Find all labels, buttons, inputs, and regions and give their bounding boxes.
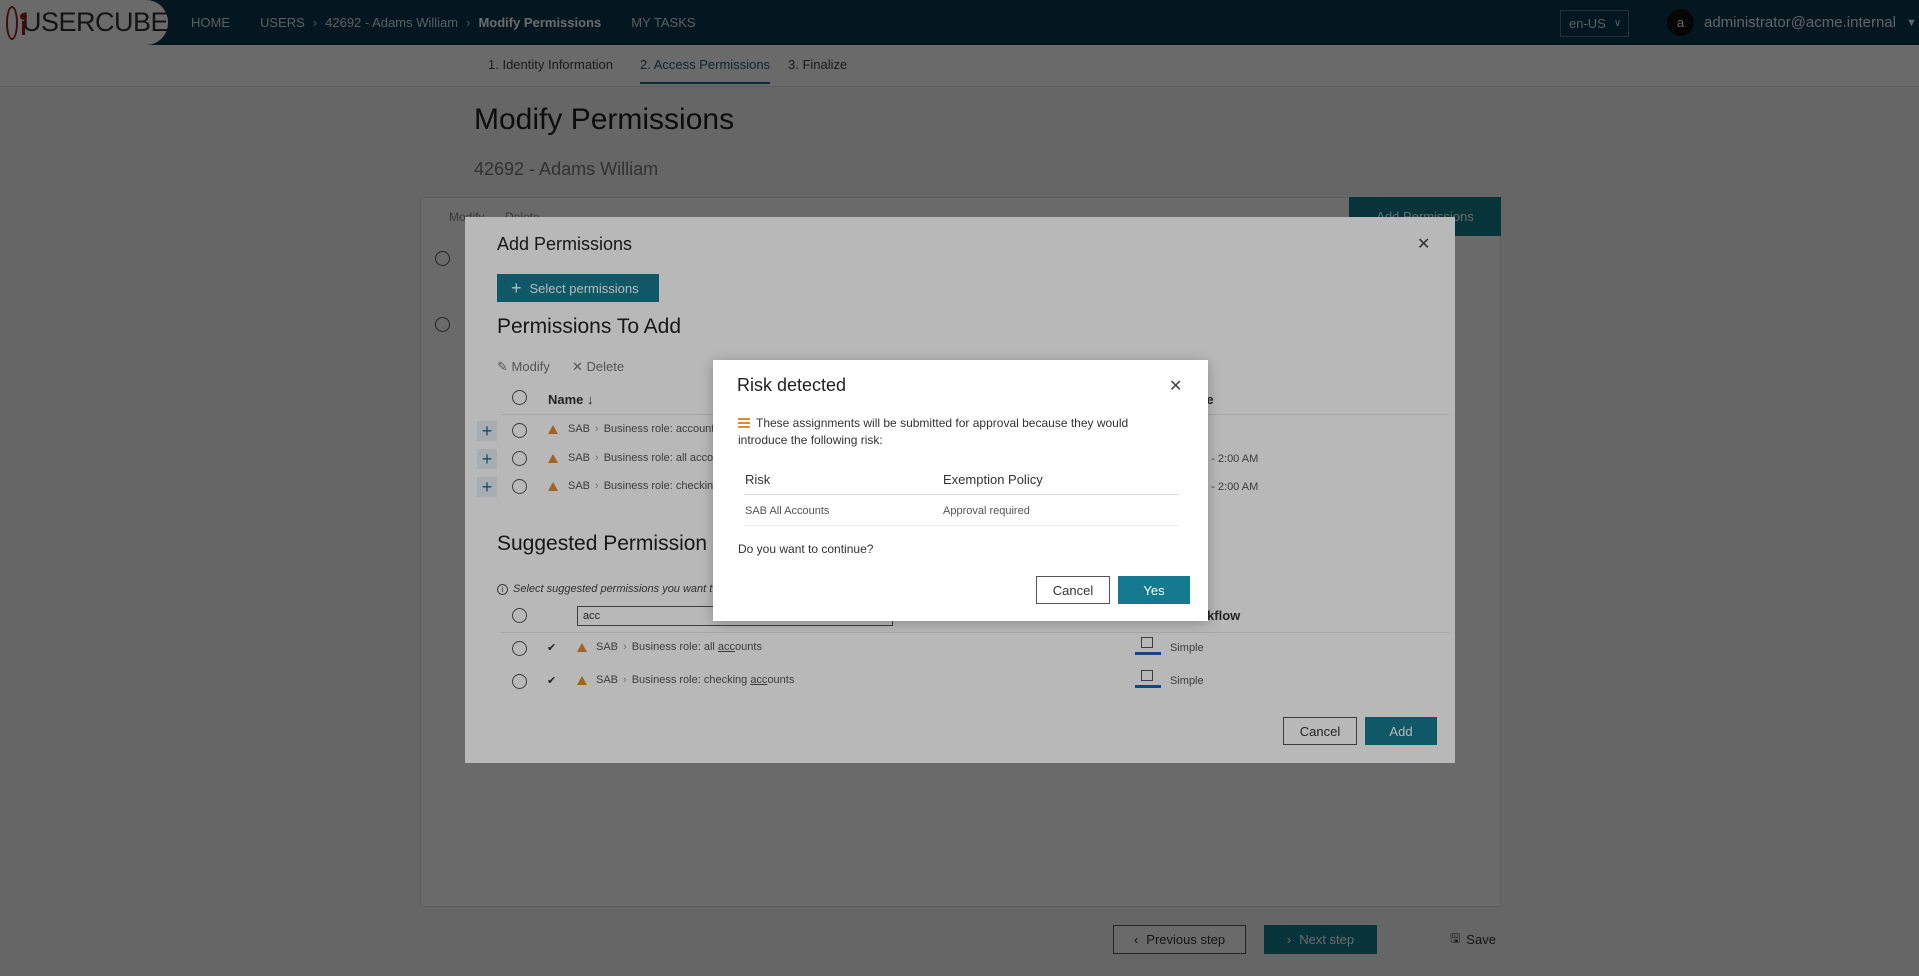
risk-message-text: These assignments will be submitted for … — [738, 416, 1129, 447]
confirm-question: Do you want to continue? — [738, 542, 874, 556]
divider — [744, 494, 1179, 495]
close-icon[interactable]: ✕ — [1169, 376, 1182, 396]
dialog-title: Risk detected — [737, 375, 847, 395]
cancel-button[interactable]: Cancel — [1036, 576, 1110, 604]
risk-detected-dialog: Risk detected ✕ These assignments will b… — [713, 360, 1208, 621]
yes-button[interactable]: Yes — [1118, 576, 1190, 604]
divider — [744, 525, 1179, 526]
list-icon — [738, 418, 750, 428]
risk-name: SAB All Accounts — [745, 505, 830, 517]
risk-policy: Approval required — [943, 505, 1030, 517]
risk-message: These assignments will be submitted for … — [738, 415, 1178, 449]
column-header-risk: Risk — [745, 472, 771, 487]
column-header-exemption-policy: Exemption Policy — [943, 472, 1043, 487]
